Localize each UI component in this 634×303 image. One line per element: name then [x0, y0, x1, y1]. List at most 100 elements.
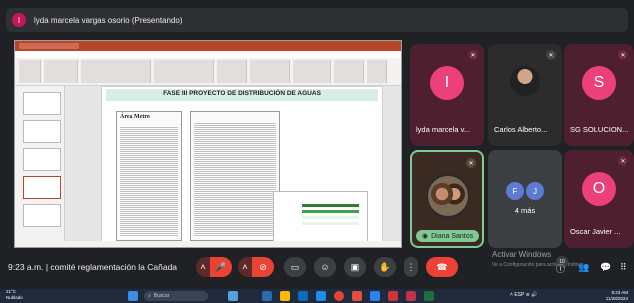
meeting-separator: | [45, 262, 49, 272]
mic-toggle-button[interactable]: 🎤 [210, 257, 232, 277]
newspaper-clipping-1: Área Metro [116, 111, 182, 241]
powerpoint-icon[interactable] [388, 291, 398, 301]
powerpoint-workspace: FASE III PROYECTO DE DISTRIBUCIÓN DE AGU… [15, 86, 401, 247]
captions-button[interactable]: ▭ [284, 257, 306, 277]
more-options-button[interactable]: ⋮ [404, 257, 418, 277]
more-vert-icon: ⋮ [406, 261, 416, 272]
camera-off-icon: ⊘ [259, 261, 267, 272]
tray-chevron-icon: ˄ [510, 292, 513, 298]
muted-icon: ✕ [618, 156, 628, 166]
powerpoint-statusbar [15, 241, 401, 247]
clock-date: 11/28/2024 [605, 296, 628, 301]
hand-icon: ✋ [379, 261, 391, 272]
newspaper-clipping-2 [190, 111, 280, 241]
app-icon[interactable] [352, 291, 362, 301]
hangup-icon: ☎ [436, 261, 448, 272]
mic-off-icon: 🎤 [215, 261, 227, 272]
captions-icon: ▭ [290, 261, 300, 272]
meeting-name: comité reglamentación la Cañada [50, 262, 178, 272]
explorer-icon[interactable] [280, 291, 290, 301]
slide-thumbnail[interactable] [23, 148, 61, 171]
participant-photo [426, 174, 470, 218]
participant-avatar-f: F [506, 182, 524, 200]
participant-name: Carlos Alberto... [494, 125, 548, 134]
participant-name: SG SOLUCION... [570, 125, 629, 134]
emoji-icon: ☺ [320, 262, 330, 272]
participant-photo [510, 66, 540, 96]
excel-icon[interactable] [424, 291, 434, 301]
more-participants-label: 4 más [514, 206, 536, 215]
muted-icon: ✕ [468, 50, 478, 60]
muted-icon: ✕ [466, 158, 476, 168]
mic-options-button[interactable]: ˄ [196, 257, 210, 277]
start-icon[interactable] [128, 291, 138, 301]
participant-tile-sg[interactable]: ✕ S SG SOLUCION... [564, 44, 634, 146]
mail-icon[interactable] [316, 291, 326, 301]
taskbar-search[interactable]: ⌕ Buscar [144, 291, 208, 301]
powerpoint-menubar [15, 51, 401, 58]
pdf-icon[interactable] [406, 291, 416, 301]
word-icon[interactable] [370, 291, 380, 301]
volume-icon: 🔊 [531, 292, 538, 298]
slide-thumbnail[interactable] [23, 120, 61, 143]
windows-taskbar: 21°C Nublado ⌕ Buscar ˄ ESP ≋ 🔊 8:23 AM … [0, 289, 634, 303]
weather-desc: Nublado [6, 295, 23, 300]
chat-icon[interactable]: 💬 [600, 262, 611, 273]
activities-icon[interactable]: ⠿ [620, 262, 627, 273]
system-tray[interactable]: ˄ ESP ≋ 🔊 [510, 292, 537, 298]
powerpoint-ribbon [15, 58, 401, 86]
participant-tile-diana[interactable]: ✕ ◉ Diana Santos [410, 150, 484, 248]
activate-windows-title: Activar Windows [492, 250, 552, 259]
language-indicator: ESP [514, 292, 525, 298]
edge-icon[interactable] [298, 291, 308, 301]
present-icon: ▣ [350, 261, 360, 272]
people-icon[interactable]: 👥 [578, 262, 589, 273]
muted-icon: ✕ [546, 50, 556, 60]
slide-thumbnail[interactable] [23, 204, 61, 227]
slide-preview [273, 191, 368, 247]
participant-name: Oscar Javier ... [570, 227, 621, 236]
muted-icon: ✕ [618, 50, 628, 60]
shared-screen[interactable]: FASE III PROYECTO DE DISTRIBUCIÓN DE AGU… [14, 40, 402, 248]
newspaper-headline: Área Metro [120, 114, 150, 120]
store-icon[interactable] [262, 291, 272, 301]
search-icon: ⌕ [148, 293, 151, 299]
participant-avatar: O [582, 172, 616, 206]
taskbar-clock[interactable]: 8:23 AM 11/28/2024 [606, 290, 628, 302]
camera-options-button[interactable]: ˄ [238, 257, 252, 277]
wifi-icon: ≋ [525, 292, 530, 298]
raise-hand-button[interactable]: ✋ [374, 257, 396, 277]
participant-tile-more[interactable]: F J 4 más [488, 150, 562, 248]
presenter-avatar: I [12, 13, 26, 27]
weather-widget[interactable]: 21°C Nublado [6, 289, 23, 301]
presenter-banner: I lyda marcela vargas osorio (Presentand… [6, 8, 628, 32]
participant-name: lyda marcela v... [416, 125, 471, 134]
search-label: Buscar [153, 293, 170, 299]
meeting-info: 9:23 a.m. | comité reglamentación la Cañ… [8, 262, 177, 272]
slide-thumbnail[interactable] [23, 92, 61, 115]
meeting-time: 9:23 a.m. [8, 262, 44, 272]
present-button[interactable]: ▣ [344, 257, 366, 277]
participant-avatar: I [430, 66, 464, 100]
slide-thumbnails[interactable] [15, 86, 65, 241]
participant-tile-oscar[interactable]: ✕ O Oscar Javier ... [564, 150, 634, 248]
powerpoint-titlebar [15, 41, 401, 51]
participant-tile-carlos[interactable]: ✕ Carlos Alberto... [488, 44, 562, 146]
speaking-icon: ◉ [422, 233, 429, 240]
meet-window: I lyda marcela vargas osorio (Presentand… [0, 0, 634, 303]
emoji-button[interactable]: ☺ [314, 257, 336, 277]
participant-avatar: S [582, 66, 616, 100]
participant-avatar-j: J [526, 182, 544, 200]
presenter-title: lyda marcela vargas osorio (Presentando) [34, 15, 183, 25]
participant-tile-lyda[interactable]: ✕ I lyda marcela v... [410, 44, 484, 146]
camera-toggle-button[interactable]: ⊘ [252, 257, 274, 277]
pp-search-box [19, 43, 79, 49]
slide-title: FASE III PROYECTO DE DISTRIBUCIÓN DE AGU… [163, 90, 321, 97]
speaking-badge: ◉ Diana Santos [416, 230, 480, 242]
chrome-icon[interactable] [334, 291, 344, 301]
task-view-icon[interactable] [228, 291, 238, 301]
slide-thumbnail-selected[interactable] [23, 176, 61, 199]
info-icon[interactable]: ⓘ [556, 262, 565, 275]
leave-call-button[interactable]: ☎ [426, 257, 458, 277]
participant-name: Diana Santos [431, 232, 474, 240]
